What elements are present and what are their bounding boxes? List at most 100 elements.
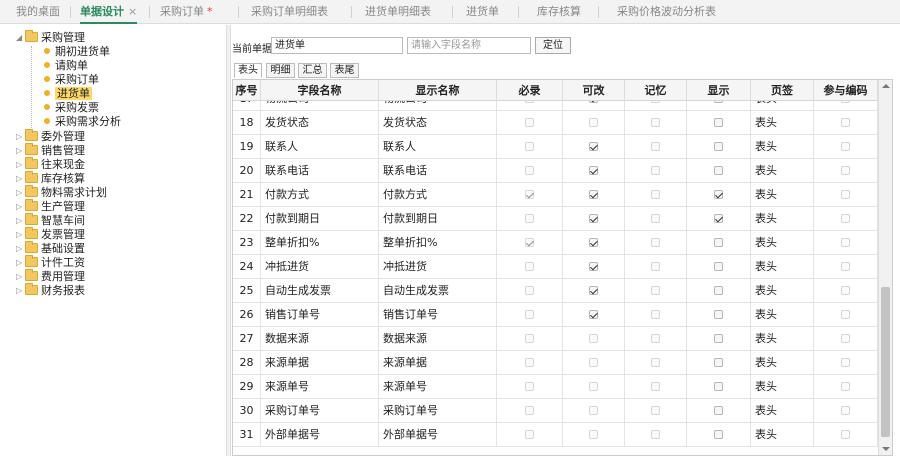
tree-node[interactable]: ▷ 财务报表	[16, 283, 85, 298]
remember-checkbox[interactable]	[651, 101, 660, 103]
cell-page[interactable]: 表头	[751, 351, 814, 375]
cell-field-name[interactable]: 联系电话	[261, 159, 379, 183]
cell-page[interactable]: 表头	[751, 183, 814, 207]
table-row[interactable]: 22 付款到期日 付款到期日 表头	[233, 207, 878, 231]
tab-form-design[interactable]: 单据设计 ×	[80, 0, 138, 24]
tree-leaf-selected[interactable]: 进货单	[44, 87, 92, 101]
required-checkbox[interactable]	[525, 214, 534, 223]
col-header-remember[interactable]: 记忆	[625, 80, 687, 101]
cell-page[interactable]: 表头	[751, 423, 814, 447]
editable-checkbox[interactable]	[589, 382, 598, 391]
remember-checkbox[interactable]	[651, 334, 660, 343]
editable-checkbox[interactable]	[589, 214, 598, 223]
cell-page[interactable]: 表头	[751, 101, 814, 111]
editable-checkbox[interactable]	[589, 118, 598, 127]
cell-page[interactable]: 表头	[751, 159, 814, 183]
editable-checkbox[interactable]	[589, 430, 598, 439]
encode-checkbox[interactable]	[841, 166, 850, 175]
expand-icon[interactable]: ▷	[16, 256, 25, 270]
visible-checkbox[interactable]	[714, 190, 723, 199]
cell-field-name[interactable]: 联系人	[261, 135, 379, 159]
tab-purchase-order[interactable]: 采购订单 *	[160, 0, 213, 24]
col-header-visible[interactable]: 显示	[687, 80, 751, 101]
required-checkbox[interactable]	[525, 430, 534, 439]
encode-checkbox[interactable]	[841, 238, 850, 247]
remember-checkbox[interactable]	[651, 214, 660, 223]
expand-icon[interactable]: ▷	[16, 228, 25, 242]
visible-checkbox[interactable]	[714, 118, 723, 127]
tab-price-fluctuation[interactable]: 采购价格波动分析表	[617, 0, 716, 24]
required-checkbox[interactable]	[525, 142, 534, 151]
encode-checkbox[interactable]	[841, 430, 850, 439]
cell-display-name[interactable]: 付款到期日	[379, 207, 497, 231]
tree-node[interactable]: ▷ 物料需求计划	[16, 185, 107, 200]
cell-display-name[interactable]: 来源单号	[379, 375, 497, 399]
cell-display-name[interactable]: 联系人	[379, 135, 497, 159]
editable-checkbox[interactable]	[589, 166, 598, 175]
tree-node[interactable]: ▷ 销售管理	[16, 143, 85, 158]
tab-detail[interactable]: 明细	[266, 63, 295, 78]
visible-checkbox[interactable]	[714, 142, 723, 151]
cell-display-name[interactable]: 采购订单号	[379, 399, 497, 423]
cell-display-name[interactable]: 来源单据	[379, 351, 497, 375]
remember-checkbox[interactable]	[651, 238, 660, 247]
tab-receipt[interactable]: 进货单	[466, 0, 499, 24]
cell-page[interactable]: 表头	[751, 399, 814, 423]
tab-inventory-accounting[interactable]: 库存核算	[537, 0, 581, 24]
cell-page[interactable]: 表头	[751, 375, 814, 399]
editable-checkbox[interactable]	[589, 358, 598, 367]
cell-display-name[interactable]: 外部单据号	[379, 423, 497, 447]
tab-my-desktop[interactable]: 我的桌面	[16, 0, 60, 24]
close-icon[interactable]: ×	[128, 5, 137, 18]
required-checkbox[interactable]	[525, 101, 534, 103]
col-header-display-name[interactable]: 显示名称	[379, 80, 497, 101]
tab-receipt-detail-report[interactable]: 进货单明细表	[365, 0, 431, 24]
col-header-field-name[interactable]: 字段名称	[261, 80, 379, 101]
tab-po-detail-report[interactable]: 采购订单明细表	[251, 0, 328, 24]
cell-field-name[interactable]: 付款方式	[261, 183, 379, 207]
tree-node[interactable]: ▷ 库存核算	[16, 171, 85, 186]
required-checkbox[interactable]	[525, 406, 534, 415]
editable-checkbox[interactable]	[589, 286, 598, 295]
remember-checkbox[interactable]	[651, 406, 660, 415]
required-checkbox[interactable]	[525, 382, 534, 391]
cell-page[interactable]: 表头	[751, 327, 814, 351]
encode-checkbox[interactable]	[841, 190, 850, 199]
cell-field-name[interactable]: 采购订单号	[261, 399, 379, 423]
splitter[interactable]	[226, 25, 231, 456]
tree-node[interactable]: ▷ 往来现金	[16, 157, 85, 172]
visible-checkbox[interactable]	[714, 406, 723, 415]
editable-checkbox[interactable]	[589, 262, 598, 271]
expand-icon[interactable]: ▷	[16, 130, 25, 144]
expand-icon[interactable]: ▷	[16, 242, 25, 256]
cell-display-name[interactable]: 冲抵进货	[379, 255, 497, 279]
remember-checkbox[interactable]	[651, 190, 660, 199]
cell-field-name[interactable]: 整单折扣%	[261, 231, 379, 255]
table-row[interactable]: 28 来源单据 来源单据 表头	[233, 351, 878, 375]
encode-checkbox[interactable]	[841, 358, 850, 367]
tree-node[interactable]: ▷ 费用管理	[16, 269, 85, 284]
required-checkbox[interactable]	[525, 334, 534, 343]
cell-field-name[interactable]: 自动生成发票	[261, 279, 379, 303]
cell-field-name[interactable]: 来源单号	[261, 375, 379, 399]
table-row[interactable]: 31 外部单据号 外部单据号 表头	[233, 423, 878, 447]
encode-checkbox[interactable]	[841, 382, 850, 391]
tab-header[interactable]: 表头	[234, 63, 262, 78]
collapse-icon[interactable]: ◢	[16, 31, 25, 45]
cell-display-name[interactable]: 发货状态	[379, 111, 497, 135]
table-row[interactable]: 26 销售订单号 销售订单号 表头	[233, 303, 878, 327]
expand-icon[interactable]: ▷	[16, 144, 25, 158]
cell-page[interactable]: 表头	[751, 231, 814, 255]
cell-field-name[interactable]: 来源单据	[261, 351, 379, 375]
table-row[interactable]: 24 冲抵进货 冲抵进货 表头	[233, 255, 878, 279]
vertical-scrollbar[interactable]	[878, 80, 892, 455]
editable-checkbox[interactable]	[589, 334, 598, 343]
editable-checkbox[interactable]	[589, 101, 598, 103]
col-header-encode[interactable]: 参与编码	[814, 80, 878, 101]
editable-checkbox[interactable]	[589, 406, 598, 415]
table-row[interactable]: 21 付款方式 付款方式 表头	[233, 183, 878, 207]
table-row[interactable]: 30 采购订单号 采购订单号 表头	[233, 399, 878, 423]
cell-field-name[interactable]: 物流公司	[261, 101, 379, 111]
tree-leaf[interactable]: 请购单	[44, 59, 88, 73]
expand-icon[interactable]: ▷	[16, 158, 25, 172]
